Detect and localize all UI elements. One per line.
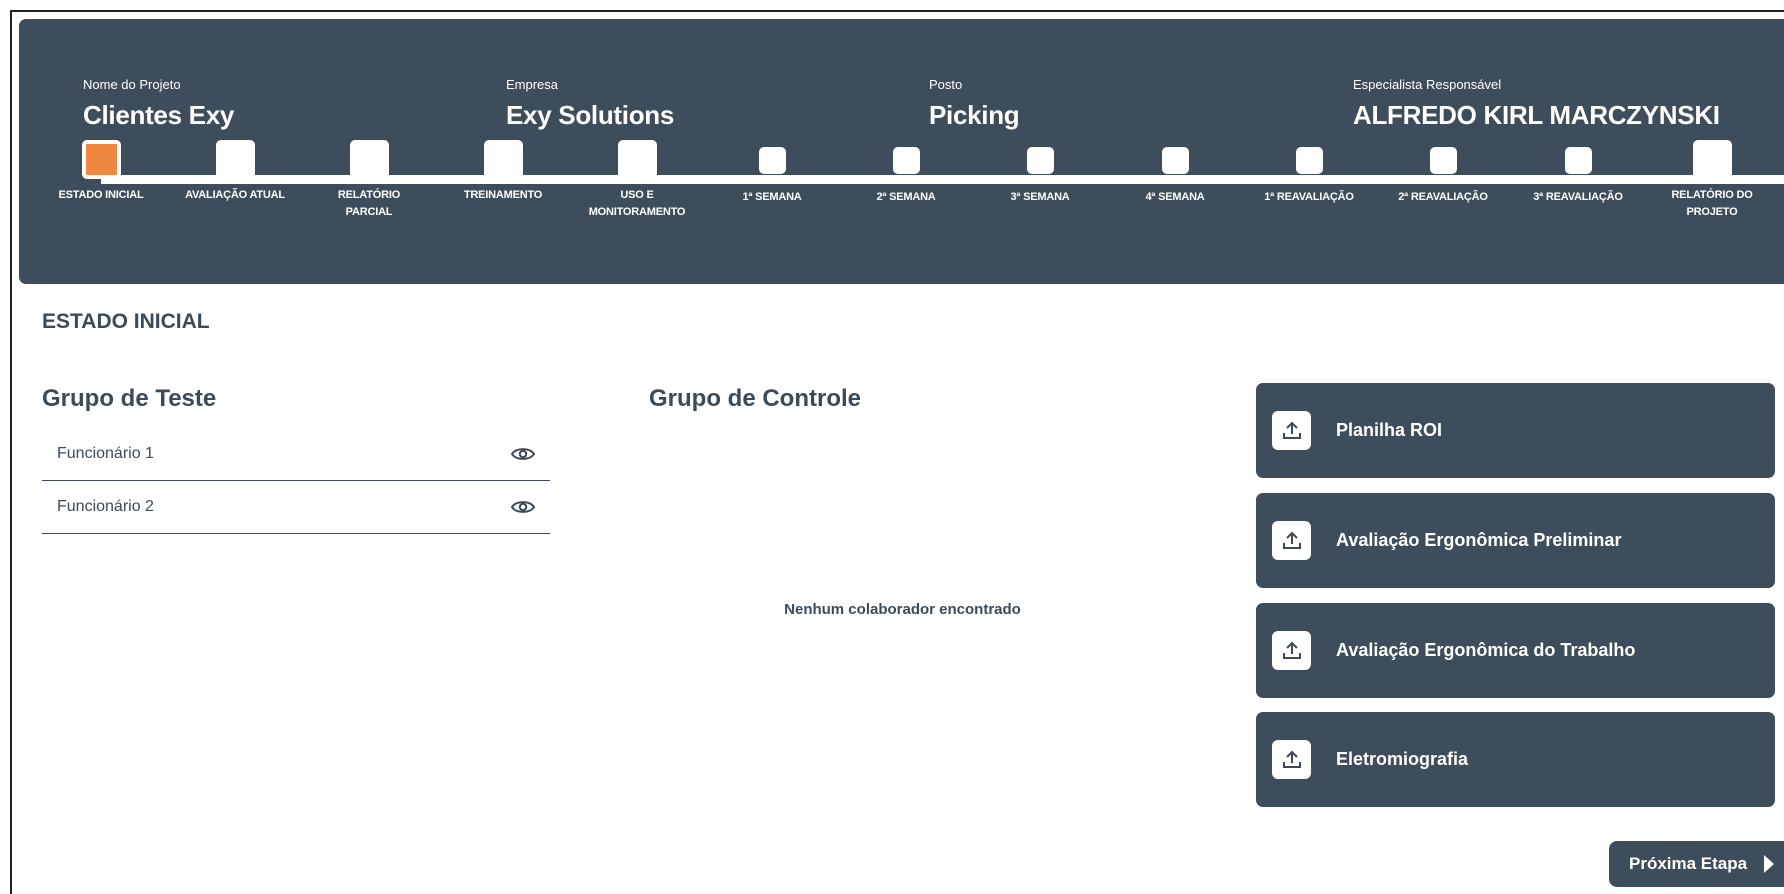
step-node[interactable] [215,140,255,179]
step-node[interactable] [81,140,121,179]
upload-label: Avaliação Ergonômica do Trabalho [1336,640,1636,660]
step-label: RELATÓRIO DO PROJETO [1652,187,1772,221]
step-label: 4ª SEMANA [1115,189,1235,206]
step-label-line1: 2ª REAVALIAÇÃO [1398,191,1488,203]
step-label-line1: 4ª SEMANA [1145,191,1205,203]
list-item: Funcionário 2 [42,481,550,534]
step-node[interactable] [892,147,920,174]
step-6[interactable]: 1ª SEMANA [712,0,832,206]
step-node[interactable] [1295,147,1323,174]
step-node[interactable] [758,147,786,174]
step-label-line2: MONITORAMENTO [588,206,686,218]
eye-icon[interactable] [510,498,536,516]
step-label-line1: ESTADO INICIAL [58,189,144,201]
step-node[interactable] [349,140,389,179]
step-node[interactable] [1026,147,1054,174]
step-label: 1ª REAVALIAÇÃO [1249,189,1369,206]
step-node[interactable] [617,140,657,179]
employee-name: Funcionário 2 [57,498,154,515]
eye-icon[interactable] [510,445,536,463]
step-label-line1: RELATÓRIO DO [1671,189,1753,201]
test-group-title: Grupo de Teste [42,385,217,412]
step-12[interactable]: 3ª REAVALIAÇÃO [1518,0,1638,206]
step-label-line1: USO E [620,189,654,201]
step-7[interactable]: 2ª SEMANA [846,0,966,206]
step-label-line1: RELATÓRIO [337,189,401,201]
step-9[interactable]: 4ª SEMANA [1115,0,1235,206]
step-label-line1: AVALIAÇÃO ATUAL [185,189,285,201]
step-10[interactable]: 1ª REAVALIAÇÃO [1249,0,1369,206]
current-step-title: ESTADO INICIAL [42,310,210,333]
step-label-line1: 3ª REAVALIAÇÃO [1533,191,1623,203]
upload-label: Avaliação Ergonômica Preliminar [1336,530,1622,550]
step-8[interactable]: 3ª SEMANA [980,0,1100,206]
step-11[interactable]: 2ª REAVALIAÇÃO [1383,0,1503,206]
list-item: Funcionário 1 [42,428,550,481]
step-label: AVALIAÇÃO ATUAL [175,187,295,204]
upload-planilha-roi-button[interactable]: Planilha ROI [1256,383,1775,478]
step-node[interactable] [1564,147,1592,174]
step-3[interactable]: RELATÓRIO PARCIAL [309,0,429,221]
step-label: 2ª REAVALIAÇÃO [1383,189,1503,206]
step-label-line1: 1ª SEMANA [742,191,802,203]
control-group-title: Grupo de Controle [649,385,861,412]
step-label: TREINAMENTO [443,187,563,204]
upload-avaliacao-preliminar-button[interactable]: Avaliação Ergonômica Preliminar [1256,493,1775,588]
step-label: 2ª SEMANA [846,189,966,206]
empty-state-message: Nenhum colaborador encontrado [784,601,1021,618]
step-node[interactable] [483,140,523,179]
step-5[interactable]: USO E MONITORAMENTO [577,0,697,221]
step-label: RELATÓRIO PARCIAL [309,187,429,221]
step-node[interactable] [1429,147,1457,174]
step-label: 3ª SEMANA [980,189,1100,206]
step-1[interactable]: ESTADO INICIAL [41,0,161,204]
step-node[interactable] [1161,147,1189,174]
upload-label: Planilha ROI [1336,420,1443,440]
step-2[interactable]: AVALIAÇÃO ATUAL [175,0,295,204]
step-label: USO E MONITORAMENTO [577,187,697,221]
step-label: 1ª SEMANA [712,189,832,206]
step-label-line1: 3ª SEMANA [1010,191,1070,203]
upload-icon [1272,740,1311,779]
step-label-line1: 2ª SEMANA [876,191,936,203]
step-node[interactable] [1692,140,1732,179]
step-label-line1: TREINAMENTO [463,189,543,201]
step-label-line1: 1ª REAVALIAÇÃO [1264,191,1354,203]
step-4[interactable]: TREINAMENTO [443,0,563,204]
step-13[interactable]: RELATÓRIO DO PROJETO [1652,0,1772,221]
test-group-list: Funcionário 1 Funcionário 2 [42,428,550,534]
upload-label: Eletromiografia [1336,749,1469,769]
upload-eletromiografia-button[interactable]: Eletromiografia [1256,712,1775,807]
step-label-line2: PARCIAL [345,206,393,218]
upload-icon [1272,631,1311,670]
step-label-line2: PROJETO [1686,206,1738,218]
upload-avaliacao-trabalho-button[interactable]: Avaliação Ergonômica do Trabalho [1256,603,1775,698]
step-label: ESTADO INICIAL [41,187,161,204]
next-step-label: Próxima Etapa [1629,854,1748,873]
upload-icon [1272,521,1311,560]
play-arrow-icon [1764,855,1775,873]
step-label: 3ª REAVALIAÇÃO [1518,189,1638,206]
employee-name: Funcionário 1 [57,445,154,462]
upload-icon [1272,411,1311,450]
next-step-button[interactable]: Próxima Etapa [1609,841,1784,887]
